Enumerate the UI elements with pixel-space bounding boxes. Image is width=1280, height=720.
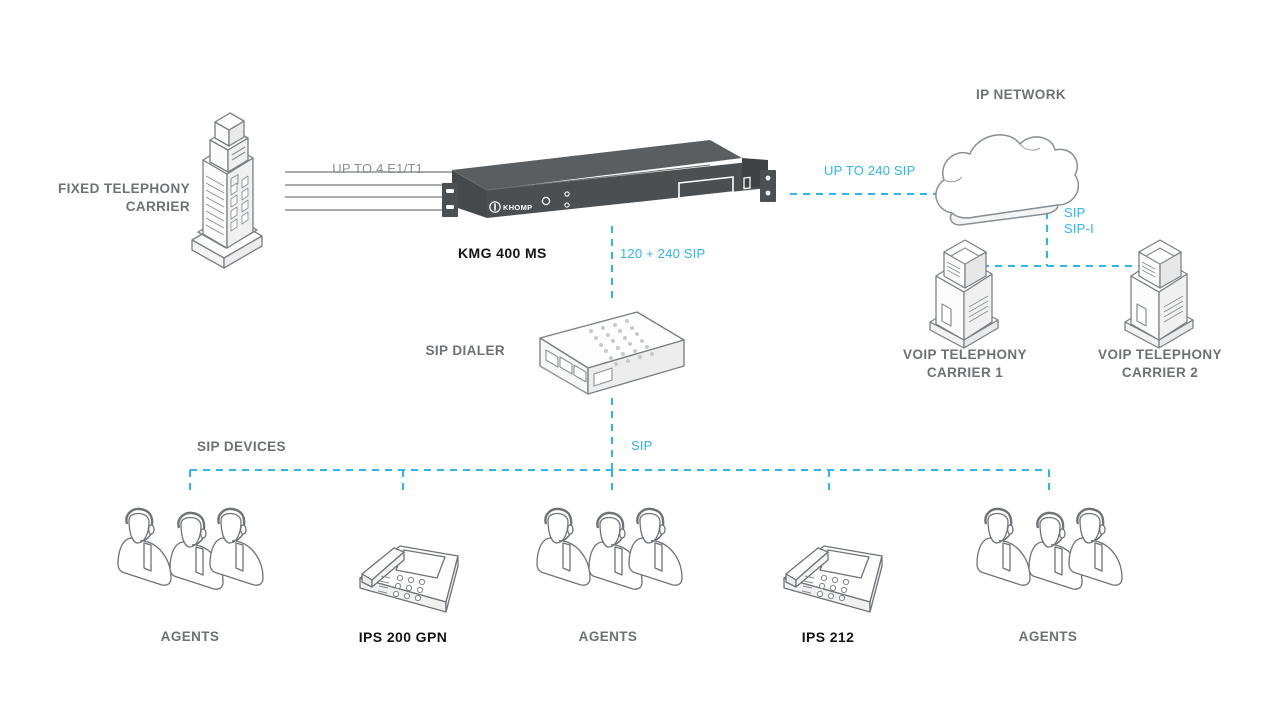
agents-3-label: AGENTS xyxy=(1018,629,1078,644)
gateway-dialer-link-label: 120 + 240 SIP xyxy=(620,246,706,261)
network-appliance-icon xyxy=(539,311,685,395)
office-building-icon xyxy=(191,112,263,269)
headset-agents-icon-1 xyxy=(117,507,264,590)
network-diagram: KHOMP FIXED TELEPHONY CARRIER UP TO 4 E1… xyxy=(0,0,1280,720)
e1t1-link-label: UP TO 4 E1/T1 xyxy=(332,160,423,176)
dialer-bus-link-label: SIP xyxy=(631,438,653,453)
headset-agents-icon-2 xyxy=(536,507,683,590)
svg-text:KHOMP: KHOMP xyxy=(503,203,532,212)
ips-200-gpn-label: IPS 200 GPN xyxy=(358,629,448,645)
cloud-voip-link-label-line2: SIP-I xyxy=(1064,221,1094,236)
desk-phone-icon-2 xyxy=(783,545,883,613)
voip-carrier-1-label: VOIP TELEPHONY CARRIER 1 xyxy=(903,347,1027,381)
voip-carrier-2-label: VOIP TELEPHONY CARRIER 2 xyxy=(1098,347,1222,381)
headset-agents-icon-3 xyxy=(976,507,1123,590)
cloud-voip-link-label-line1: SIP xyxy=(1064,205,1086,220)
fixed-carrier-label: FIXED TELEPHONY CARRIER xyxy=(57,181,190,215)
cloud-icon xyxy=(935,134,1080,226)
sip-devices-group-label: SIP DEVICES xyxy=(197,439,286,454)
desk-phone-icon-1 xyxy=(359,545,459,613)
ips-212-label: IPS 212 xyxy=(801,629,855,645)
telecom-tower-building-icon-2 xyxy=(1124,239,1194,349)
agents-1-label: AGENTS xyxy=(160,629,220,644)
gateway-cloud-link-label: UP TO 240 SIP xyxy=(824,163,916,178)
rack-gateway-icon: KHOMP xyxy=(442,140,776,218)
sip-dialer-label: SIP DIALER xyxy=(425,343,505,358)
agents-2-label: AGENTS xyxy=(578,629,638,644)
telecom-tower-building-icon-1 xyxy=(929,239,999,349)
ip-network-label: IP NETWORK xyxy=(975,87,1066,102)
